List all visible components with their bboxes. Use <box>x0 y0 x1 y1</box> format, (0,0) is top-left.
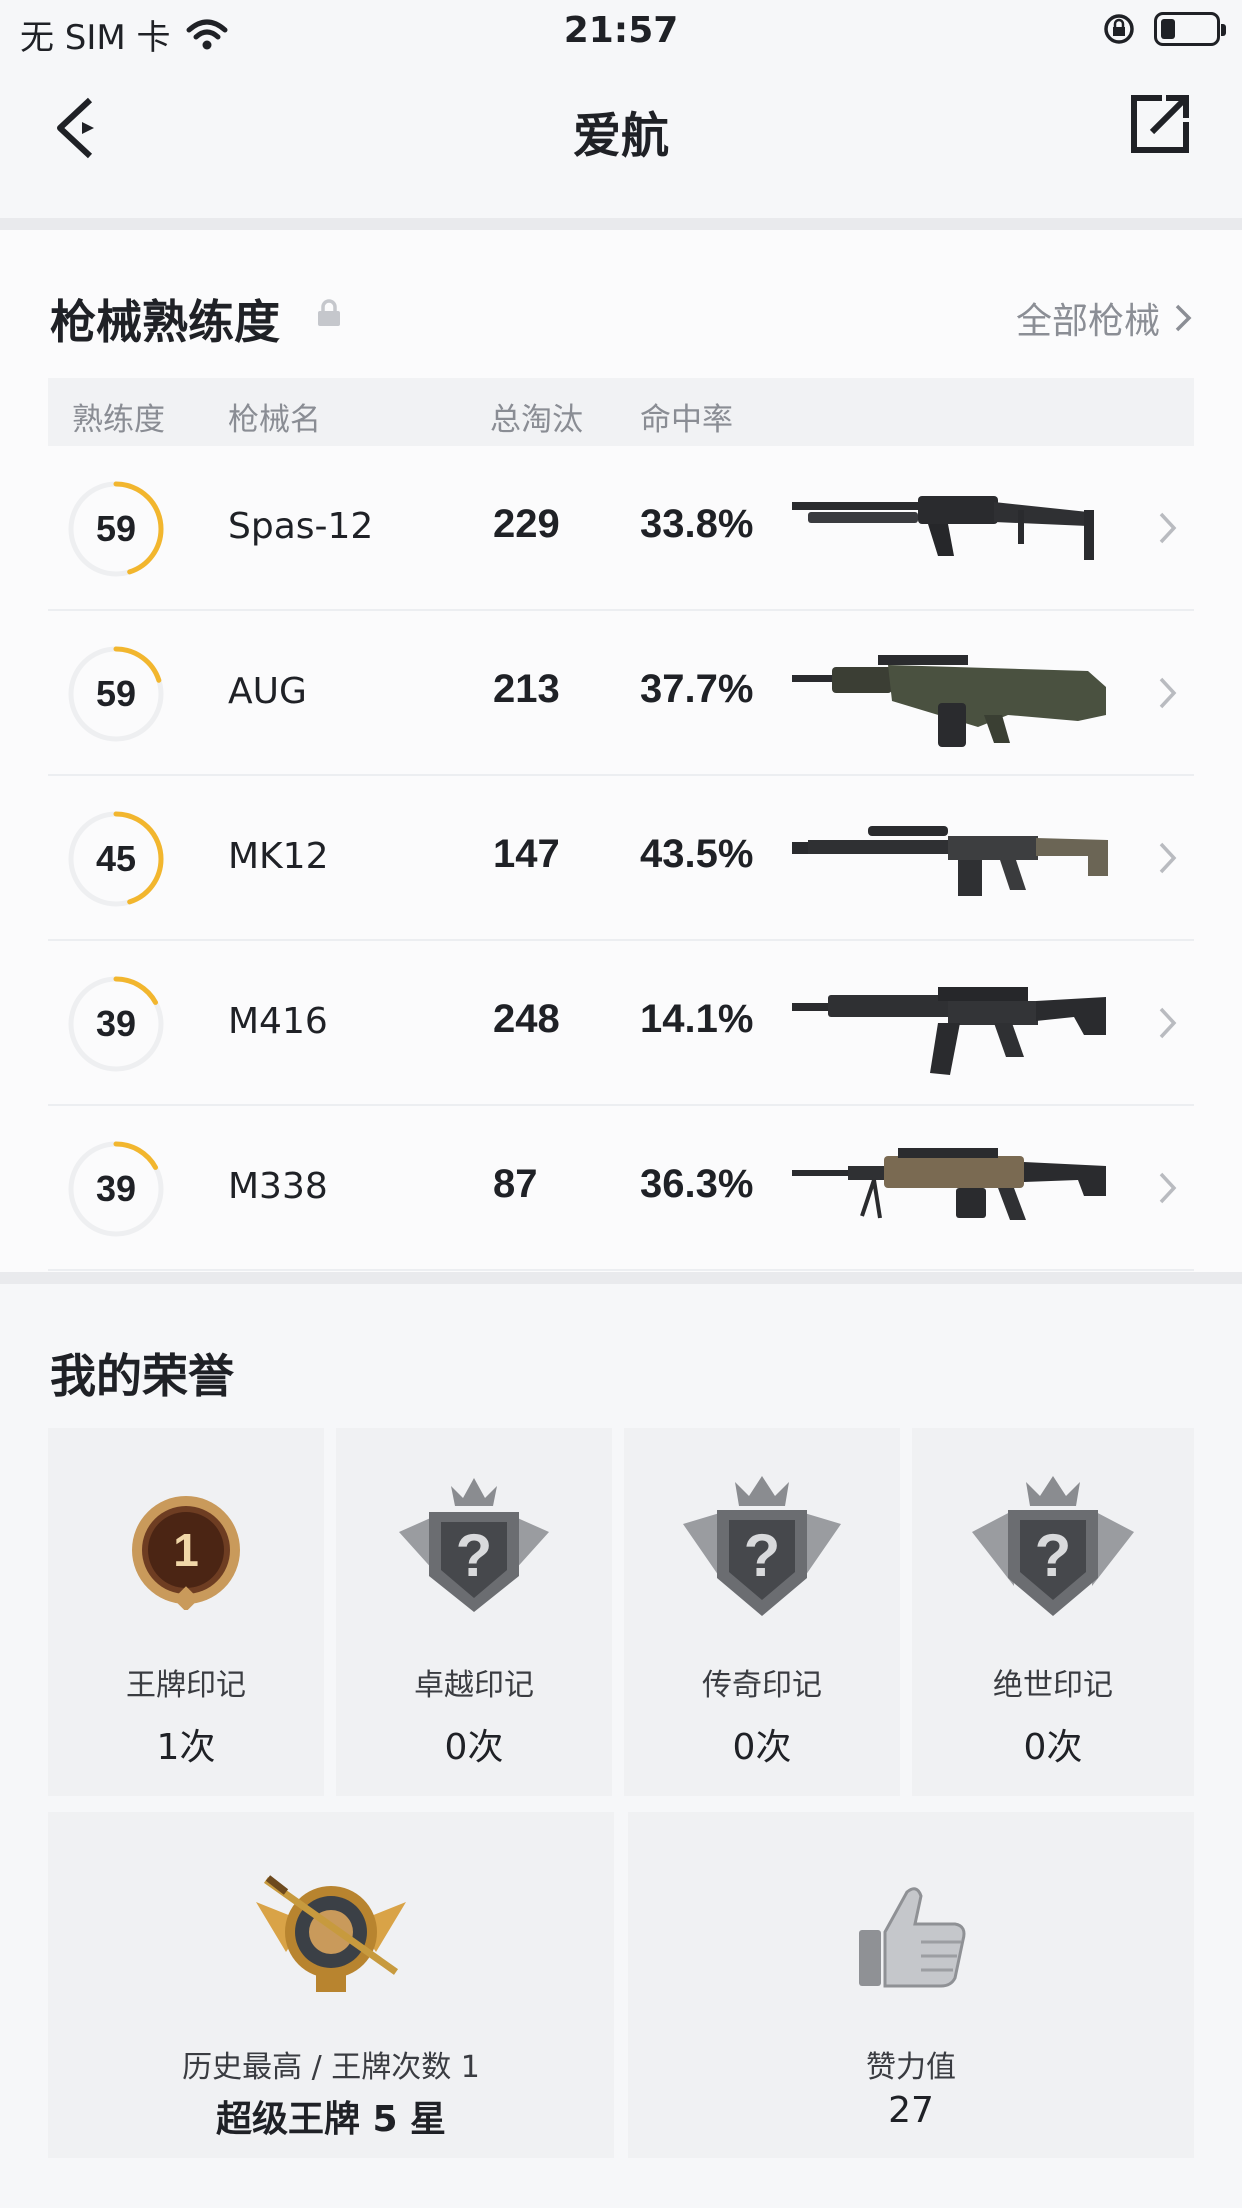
mastery-value: 39 <box>95 1003 137 1044</box>
shotgun-icon <box>792 496 1094 560</box>
weapon-row[interactable]: 45 MK12 147 43.5% <box>48 776 1194 941</box>
header-accuracy: 命中率 <box>640 402 733 438</box>
likes-value: 27 <box>888 2090 934 2131</box>
honor-count: 0次 <box>732 1727 792 1768</box>
likes-label: 赞力值 <box>866 2050 956 2085</box>
assault-rifle-icon <box>792 987 1106 1075</box>
honor-count: 0次 <box>1023 1727 1083 1768</box>
weapon-accuracy: 36.3% <box>640 1162 754 1206</box>
section-divider <box>0 218 1242 230</box>
weapon-accuracy: 33.8% <box>640 502 754 546</box>
weapon-accuracy: 43.5% <box>640 832 754 876</box>
locked-badge-icon: ? <box>972 1476 1134 1616</box>
weapon-row[interactable]: 59 Spas-12 229 33.8% <box>48 446 1194 611</box>
thumbs-up-icon <box>859 1887 966 1988</box>
weapon-name: M416 <box>228 1001 328 1042</box>
honor-card[interactable]: ? 传奇印记 0次 <box>624 1428 900 1796</box>
weapon-name: MK12 <box>228 836 329 877</box>
rank-emblem-icon <box>256 1875 406 1992</box>
weapon-accuracy: 14.1% <box>640 997 754 1041</box>
weapon-name: Spas-12 <box>228 506 374 547</box>
locked-badge-mark: ? <box>1035 1522 1072 1589</box>
weapon-name: M338 <box>228 1166 328 1207</box>
honor-card[interactable]: ? 绝世印记 0次 <box>912 1428 1194 1796</box>
chevron-right-icon <box>1159 1007 1177 1039</box>
mastery-value: 45 <box>95 838 137 879</box>
mastery-ring: 45 <box>68 811 164 907</box>
honor-count: 0次 <box>444 1727 504 1768</box>
status-bar: 无 SIM 卡 21:57 <box>0 0 1242 62</box>
header-kills: 总淘汰 <box>490 402 583 438</box>
chevron-right-icon <box>1159 842 1177 874</box>
locked-badge-icon: ? <box>399 1478 549 1612</box>
lock-icon <box>318 299 340 326</box>
weapon-kills: 229 <box>493 502 560 546</box>
locked-badge-icon: ? <box>683 1476 841 1616</box>
chevron-right-icon <box>1175 304 1192 332</box>
honors-title: 我的荣誉 <box>50 1349 234 1403</box>
honor-card[interactable]: ? 卓越印记 0次 <box>336 1428 612 1796</box>
honor-label: 绝世印记 <box>993 1668 1113 1703</box>
locked-badge-mark: ? <box>744 1522 781 1589</box>
ace-badge-number: 1 <box>173 1524 199 1576</box>
section-divider <box>0 1272 1242 1284</box>
weapon-name: AUG <box>228 671 307 712</box>
weapon-row[interactable]: 59 AUG 213 37.7% <box>48 611 1194 776</box>
weapon-kills: 213 <box>493 667 560 711</box>
weapon-kills: 248 <box>493 997 560 1041</box>
status-right <box>1102 12 1226 46</box>
chevron-right-icon <box>1159 677 1177 709</box>
best-rank-value: 超级王牌 5 星 <box>215 2099 447 2140</box>
orientation-lock-icon <box>1104 14 1134 44</box>
battery-icon <box>1154 12 1226 46</box>
weapon-table-header: 熟练度 枪械名 总淘汰 命中率 <box>48 378 1194 446</box>
ace-badge-icon: 1 <box>132 1496 240 1610</box>
nav-bar: 爱航 <box>0 62 1242 220</box>
honor-card[interactable]: 1 王牌印记 1次 <box>48 1428 324 1796</box>
locked-badge-mark: ? <box>456 1522 493 1589</box>
mastery-value: 39 <box>95 1168 137 1209</box>
all-weapons-link[interactable]: 全部枪械 <box>1016 292 1192 344</box>
honor-label: 王牌印记 <box>126 1668 246 1703</box>
mastery-ring: 39 <box>68 1141 164 1237</box>
share-icon[interactable] <box>1128 92 1192 156</box>
weapon-mastery-title: 枪械熟练度 <box>50 295 280 349</box>
best-rank-card[interactable]: 历史最高 / 王牌次数 1 超级王牌 5 星 <box>48 1812 614 2158</box>
all-weapons-label: 全部枪械 <box>1015 301 1160 342</box>
mastery-ring: 59 <box>68 481 164 577</box>
best-rank-label: 历史最高 / 王牌次数 1 <box>182 2050 480 2085</box>
marksman-rifle-icon <box>792 826 1108 896</box>
weapon-mastery-section: 枪械熟练度 全部枪械 熟练度 枪械名 总淘汰 命中率 59 Spas-12 22… <box>0 230 1242 1272</box>
likes-card[interactable]: 赞力值 27 <box>628 1812 1194 2158</box>
weapon-row[interactable]: 39 M338 87 36.3% <box>48 1106 1194 1271</box>
weapon-accuracy: 37.7% <box>640 667 754 711</box>
machine-gun-icon <box>792 1148 1106 1220</box>
honor-count: 1次 <box>156 1727 216 1768</box>
honor-label: 卓越印记 <box>414 1668 534 1703</box>
mastery-value: 59 <box>95 673 137 714</box>
honor-label: 传奇印记 <box>702 1668 822 1703</box>
chevron-right-icon <box>1159 1172 1177 1204</box>
weapon-kills: 87 <box>493 1162 538 1206</box>
mastery-value: 59 <box>95 508 137 549</box>
mastery-ring: 59 <box>68 646 164 742</box>
status-time: 21:57 <box>563 10 679 51</box>
page-title: 爱航 <box>572 108 669 164</box>
chevron-right-icon <box>1159 512 1177 544</box>
header-weapon-name: 枪械名 <box>228 402 321 438</box>
bullpup-rifle-icon <box>792 655 1106 747</box>
weapon-kills: 147 <box>493 832 560 876</box>
weapon-row[interactable]: 39 M416 248 14.1% <box>48 941 1194 1106</box>
header-mastery: 熟练度 <box>72 402 165 438</box>
mastery-ring: 39 <box>68 976 164 1072</box>
